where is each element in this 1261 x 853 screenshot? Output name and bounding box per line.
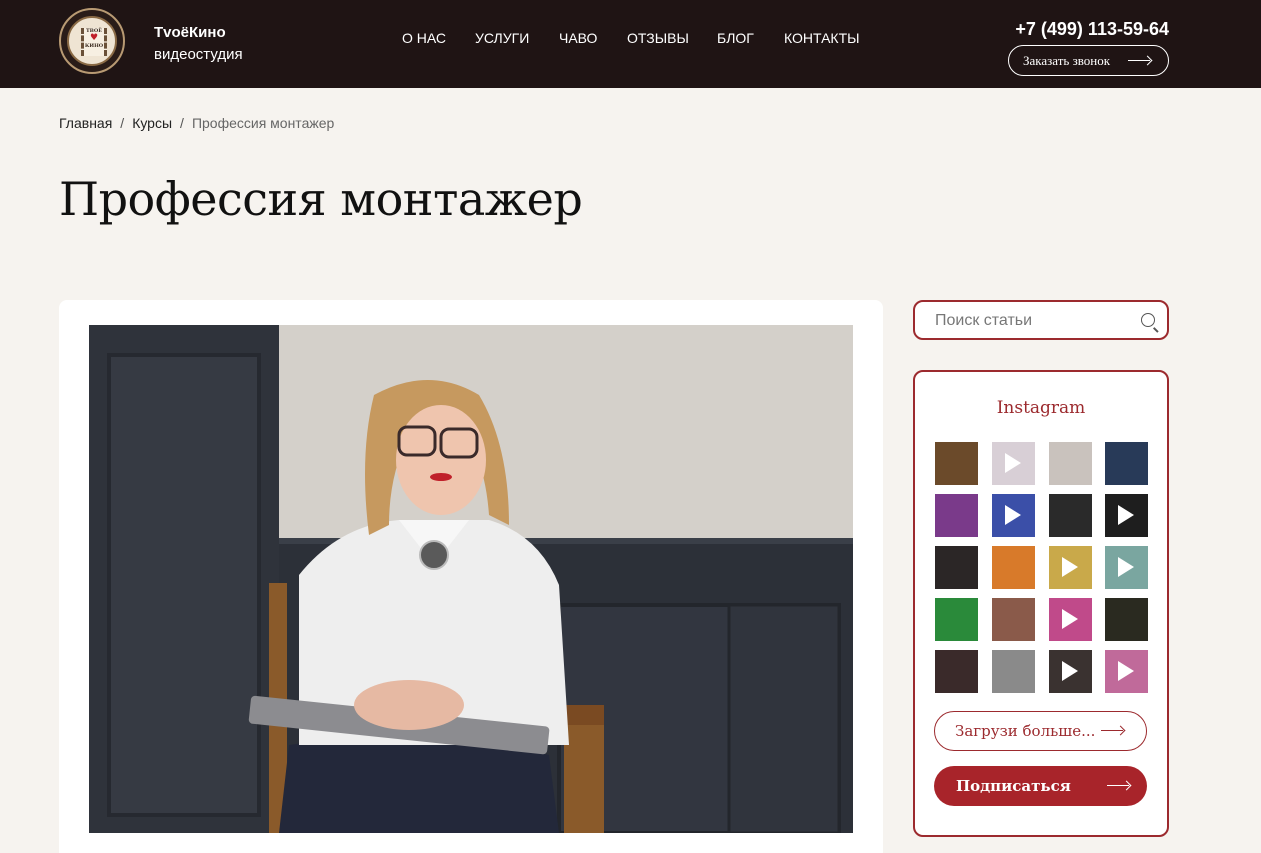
play-icon <box>1062 557 1078 577</box>
play-icon <box>1062 661 1078 681</box>
instagram-thumbnail[interactable] <box>935 598 978 641</box>
play-icon <box>1118 661 1134 681</box>
arrow-right-icon <box>1106 781 1131 791</box>
article-image <box>89 325 853 833</box>
instagram-thumbnail[interactable] <box>935 494 978 537</box>
breadcrumb-separator: / <box>180 115 184 131</box>
arrow-right-icon <box>1101 726 1125 736</box>
search-box <box>913 300 1169 340</box>
instagram-thumbnail[interactable] <box>1105 650 1148 693</box>
subscribe-button[interactable]: Подписаться <box>934 766 1147 806</box>
play-icon <box>1118 557 1134 577</box>
breadcrumb-courses[interactable]: Курсы <box>132 115 172 131</box>
page-title: Профессия монтажер <box>59 172 583 226</box>
instagram-thumbnail[interactable] <box>1105 546 1148 589</box>
instagram-thumbnail[interactable] <box>992 494 1035 537</box>
breadcrumb: Главная / Курсы / Профессия монтажер <box>59 115 334 131</box>
load-more-label: Загрузи больше... <box>955 722 1096 740</box>
instagram-thumbnail[interactable] <box>992 598 1035 641</box>
nav-about[interactable]: О НАС <box>402 30 446 46</box>
instagram-thumbnail[interactable] <box>1049 494 1092 537</box>
instagram-thumbnail[interactable] <box>992 442 1035 485</box>
order-call-label: Заказать звонок <box>1023 52 1111 68</box>
nav-contacts[interactable]: КОНТАКТЫ <box>784 30 860 46</box>
brand-subtitle: видеостудия <box>154 46 243 63</box>
instagram-thumbnail[interactable] <box>935 442 978 485</box>
breadcrumb-current: Профессия монтажер <box>191 115 335 131</box>
nav-services[interactable]: УСЛУГИ <box>475 30 529 46</box>
instagram-thumbnail[interactable] <box>992 650 1035 693</box>
play-icon <box>1118 505 1134 525</box>
logo-icon[interactable]: ТВОЁ ♥ КИНО <box>59 8 125 74</box>
nav-faq[interactable]: ЧАВО <box>559 30 597 46</box>
phone-number[interactable]: +7 (499) 113-59-64 <box>1015 19 1169 40</box>
nav-reviews[interactable]: ОТЗЫВЫ <box>627 30 689 46</box>
instagram-thumbnail[interactable] <box>1049 442 1092 485</box>
breadcrumb-separator: / <box>120 115 125 131</box>
load-more-button[interactable]: Загрузи больше... <box>934 711 1147 751</box>
instagram-thumbnail[interactable] <box>935 546 978 589</box>
instagram-thumbnail[interactable] <box>1049 598 1092 641</box>
play-icon <box>1005 453 1021 473</box>
search-input[interactable] <box>935 311 1135 331</box>
article-card <box>59 300 883 853</box>
instagram-thumbnail[interactable] <box>1049 546 1092 589</box>
instagram-thumbnail[interactable] <box>935 650 978 693</box>
brand-name[interactable]: TvoёКино <box>154 24 226 41</box>
instagram-thumbnail[interactable] <box>1049 650 1092 693</box>
instagram-thumbnail[interactable] <box>992 546 1035 589</box>
site-header: ТВОЁ ♥ КИНО TvoёКино видеостудия О НАС У… <box>0 0 1261 88</box>
instagram-thumbnail[interactable] <box>1105 598 1148 641</box>
instagram-thumbnail[interactable] <box>1105 442 1148 485</box>
nav-blog[interactable]: БЛОГ <box>717 30 754 46</box>
order-call-button[interactable]: Заказать звонок <box>1008 45 1169 76</box>
subscribe-label: Подписаться <box>956 777 1071 795</box>
breadcrumb-home[interactable]: Главная <box>59 115 112 131</box>
arrow-right-icon <box>1128 56 1152 66</box>
search-icon[interactable] <box>1141 313 1155 327</box>
play-icon <box>1005 505 1021 525</box>
instagram-title: Instagram <box>996 398 1086 418</box>
play-icon <box>1062 609 1078 629</box>
instagram-thumbnail[interactable] <box>1105 494 1148 537</box>
